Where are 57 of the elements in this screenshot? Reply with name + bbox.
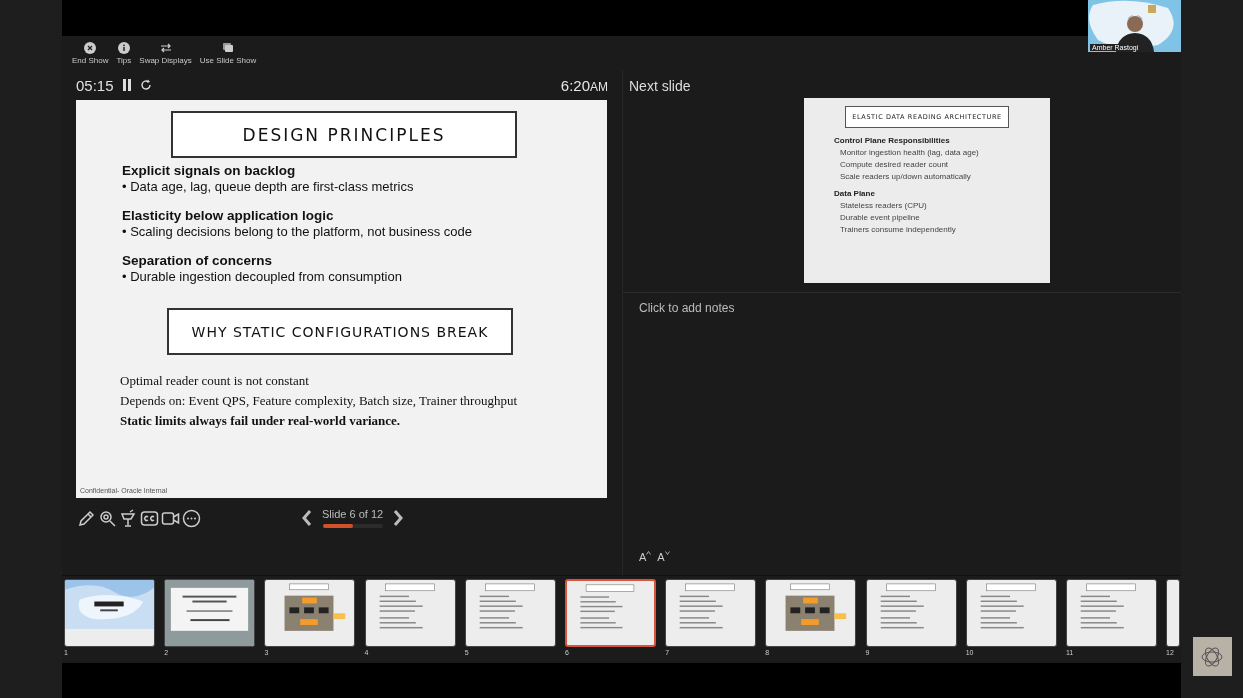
next-slide-icon[interactable]	[393, 509, 404, 527]
slide-thumbnail[interactable]	[1166, 579, 1181, 647]
preview-bullet: Scale readers up/down automatically	[839, 172, 972, 181]
preview-bullet: Monitor ingestion health (lag, data age)	[839, 148, 979, 157]
clock-time: 6:20AM	[560, 76, 608, 94]
notes-placeholder[interactable]: Click to add notes	[639, 301, 1165, 315]
previous-slide-icon[interactable]	[302, 509, 312, 527]
slide-thumbnail[interactable]	[865, 579, 957, 647]
preview-bullet: Compute desired reader count	[839, 160, 950, 169]
preview-subheading: Control Plane Responsibilities	[834, 136, 951, 145]
slide-text: Static limits always fail under real-world variance.	[120, 413, 401, 429]
decrease-font-button[interactable]: A	[657, 551, 670, 563]
toolbar-button[interactable]: Tips	[116, 42, 132, 70]
slides-icon	[222, 42, 234, 54]
slide-heading: DESIGN PRINCIPLES	[171, 111, 517, 158]
pause-icon[interactable]	[121, 79, 132, 91]
slide-text: Optimal reader count is not constant	[120, 373, 309, 389]
slide-thumbnail[interactable]	[564, 579, 656, 647]
restart-icon[interactable]	[139, 79, 152, 91]
info-icon	[117, 42, 130, 54]
logo-icon	[1192, 637, 1232, 676]
close-icon	[84, 42, 97, 54]
principle-detail: • Durable ingestion decoupled from consumption	[122, 269, 402, 284]
zoom-button[interactable]	[97, 508, 118, 528]
toolbar-button[interactable]: End Show	[72, 42, 109, 70]
principle-title: Separation of concerns	[122, 253, 273, 268]
slide-thumbnail[interactable]	[64, 579, 155, 647]
caret-icon	[646, 551, 652, 555]
captions-button[interactable]	[139, 508, 160, 528]
swap-icon	[159, 42, 172, 54]
slide-thumbnail[interactable]	[965, 579, 1057, 647]
next-slide-heading: Next slide	[628, 77, 692, 96]
slide-counter: Slide 6 of 12	[322, 508, 384, 520]
principle-title: Elasticity below application logic	[122, 208, 334, 223]
principle-title: Explicit signals on backlog	[122, 163, 296, 178]
preview-bullet: Trainers consume independently	[839, 225, 957, 234]
slide-thumbnail[interactable]	[264, 579, 356, 647]
principle-detail: • Data age, lag, queue depth are first-class metrics	[122, 179, 414, 194]
slide-thumbnail[interactable]	[665, 579, 757, 647]
slide-thumbnail[interactable]	[765, 579, 857, 647]
caret-icon	[664, 551, 670, 555]
principle-detail: • Scaling decisions belong to the platform, not business code	[122, 224, 472, 239]
increase-font-button[interactable]: A	[639, 551, 652, 563]
toolbar-button[interactable]: Use Slide Show	[199, 42, 257, 70]
slide-thumbnail[interactable]	[1065, 579, 1157, 647]
slide-thumbnail[interactable]	[464, 579, 556, 647]
elapsed-timer: 05:15	[76, 76, 114, 94]
slide-thumbnail[interactable]	[364, 579, 456, 647]
pen-button[interactable]	[76, 508, 97, 528]
preview-bullet: Stateless readers (CPU)	[839, 201, 928, 210]
toolbar-button[interactable]: Swap Displays	[139, 42, 192, 70]
preview-subheading: Data Plane	[834, 189, 876, 198]
more-button[interactable]	[181, 508, 202, 528]
preview-bullet: Durable event pipeline	[839, 213, 921, 222]
slide-thumbnail[interactable]	[164, 579, 256, 647]
slide-heading: WHY STATIC CONFIGURATIONS BREAK	[167, 308, 513, 355]
slide-text: Depends on: Event QPS, Feature complexity, Batch size, Trainer throughput	[120, 393, 518, 409]
